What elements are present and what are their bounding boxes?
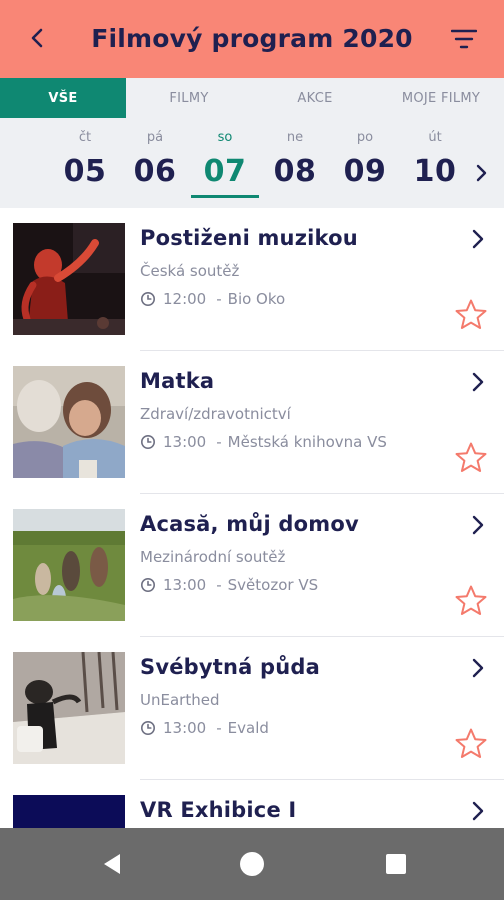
event-meta: 12:00 - Bio Oko: [140, 290, 285, 308]
event-time: 13:00: [163, 433, 207, 451]
day-sun[interactable]: ne 08: [260, 118, 330, 208]
favorite-star-icon[interactable]: [454, 584, 488, 618]
day-name: ne: [286, 130, 304, 145]
day-thu[interactable]: čt 05: [50, 118, 120, 208]
tab-films[interactable]: FILMY: [126, 78, 252, 118]
day-fri[interactable]: pá 06: [120, 118, 190, 208]
day-name: pá: [146, 130, 164, 145]
filter-icon[interactable]: [448, 24, 480, 54]
event-category: Zdraví/zdravotnictví: [140, 405, 291, 423]
list-item[interactable]: Acasă, můj domov Mezinárodní soutěž 13:0…: [0, 494, 504, 637]
day-tue[interactable]: út 10: [400, 118, 470, 208]
list-item[interactable]: Postiženi muzikou Česká soutěž 12:00 - B…: [0, 208, 504, 351]
tab-my-films[interactable]: MOJE FILMY: [378, 78, 504, 118]
event-thumbnail: [13, 223, 125, 335]
event-meta: 13:00 - Městská knihovna VS: [140, 433, 387, 451]
nav-recents-square-icon[interactable]: [380, 848, 412, 880]
separator: -: [216, 576, 222, 594]
nav-back-triangle-icon[interactable]: [96, 848, 128, 880]
separator: -: [216, 719, 222, 737]
day-name: po: [356, 130, 374, 145]
clock-icon: [141, 292, 155, 306]
day-date: 10: [413, 154, 457, 189]
event-meta: 13:00 - Světozor VS: [140, 576, 318, 594]
tab-events[interactable]: AKCE: [252, 78, 378, 118]
tab-all[interactable]: VŠE: [0, 78, 126, 118]
day-sat[interactable]: so 07: [190, 118, 260, 208]
clock-icon: [141, 721, 155, 735]
event-venue: Městská knihovna VS: [227, 433, 387, 451]
event-list: Postiženi muzikou Česká soutěž 12:00 - B…: [0, 208, 504, 828]
separator: -: [216, 433, 222, 451]
day-mon[interactable]: po 09: [330, 118, 400, 208]
day-date: 06: [133, 154, 177, 189]
day-date: 08: [273, 154, 317, 189]
day-name: čt: [78, 130, 92, 145]
event-thumbnail: [13, 652, 125, 764]
event-venue: Světozor VS: [227, 576, 319, 594]
chevron-right-icon[interactable]: [470, 657, 486, 679]
event-title: Matka: [140, 369, 215, 393]
nav-home-circle-icon[interactable]: [236, 848, 268, 880]
favorite-star-icon[interactable]: [454, 441, 488, 475]
list-item[interactable]: VR Exhibice I: [0, 780, 504, 828]
day-name: út: [428, 130, 442, 145]
favorite-star-icon[interactable]: [454, 298, 488, 332]
event-venue: Evald: [227, 719, 269, 737]
event-time: 13:00: [163, 576, 207, 594]
event-meta: 13:00 - Evald: [140, 719, 269, 737]
clock-icon: [141, 578, 155, 592]
category-tabs: VŠE FILMY AKCE MOJE FILMY: [0, 78, 504, 118]
chevron-right-icon[interactable]: [470, 228, 486, 250]
app-bar: Filmový program 2020: [0, 0, 504, 78]
event-category: Česká soutěž: [140, 262, 240, 280]
event-category: Mezinárodní soutěž: [140, 548, 286, 566]
clock-icon: [141, 435, 155, 449]
event-category: UnEarthed: [140, 691, 220, 709]
favorite-star-icon[interactable]: [454, 727, 488, 761]
event-venue: Bio Oko: [227, 290, 286, 308]
chevron-right-icon[interactable]: [470, 158, 494, 188]
event-thumbnail: [13, 366, 125, 478]
event-title: VR Exhibice I: [140, 798, 297, 822]
system-nav-bar: [0, 828, 504, 900]
list-item[interactable]: Matka Zdraví/zdravotnictví 13:00 - Městs…: [0, 351, 504, 494]
day-date: 07: [203, 154, 247, 189]
list-item[interactable]: Svébytná půda UnEarthed 13:00 - Evald: [0, 637, 504, 780]
event-time: 13:00: [163, 719, 207, 737]
day-selector: čt 05 pá 06 so 07 ne 08 po 09 út 10: [0, 118, 504, 208]
day-name: so: [217, 130, 233, 145]
event-title: Svébytná půda: [140, 655, 321, 679]
event-title: Acasă, můj domov: [140, 512, 359, 536]
event-time: 12:00: [163, 290, 207, 308]
day-date: 09: [343, 154, 387, 189]
day-date: 05: [63, 154, 107, 189]
page-title: Filmový program 2020: [91, 24, 413, 53]
event-thumbnail: [13, 509, 125, 621]
event-thumbnail: [13, 795, 125, 828]
chevron-right-icon[interactable]: [470, 800, 486, 822]
selected-day-indicator: [191, 195, 259, 198]
event-title: Postiženi muzikou: [140, 226, 358, 250]
separator: -: [216, 290, 222, 308]
chevron-right-icon[interactable]: [470, 514, 486, 536]
chevron-right-icon[interactable]: [470, 371, 486, 393]
